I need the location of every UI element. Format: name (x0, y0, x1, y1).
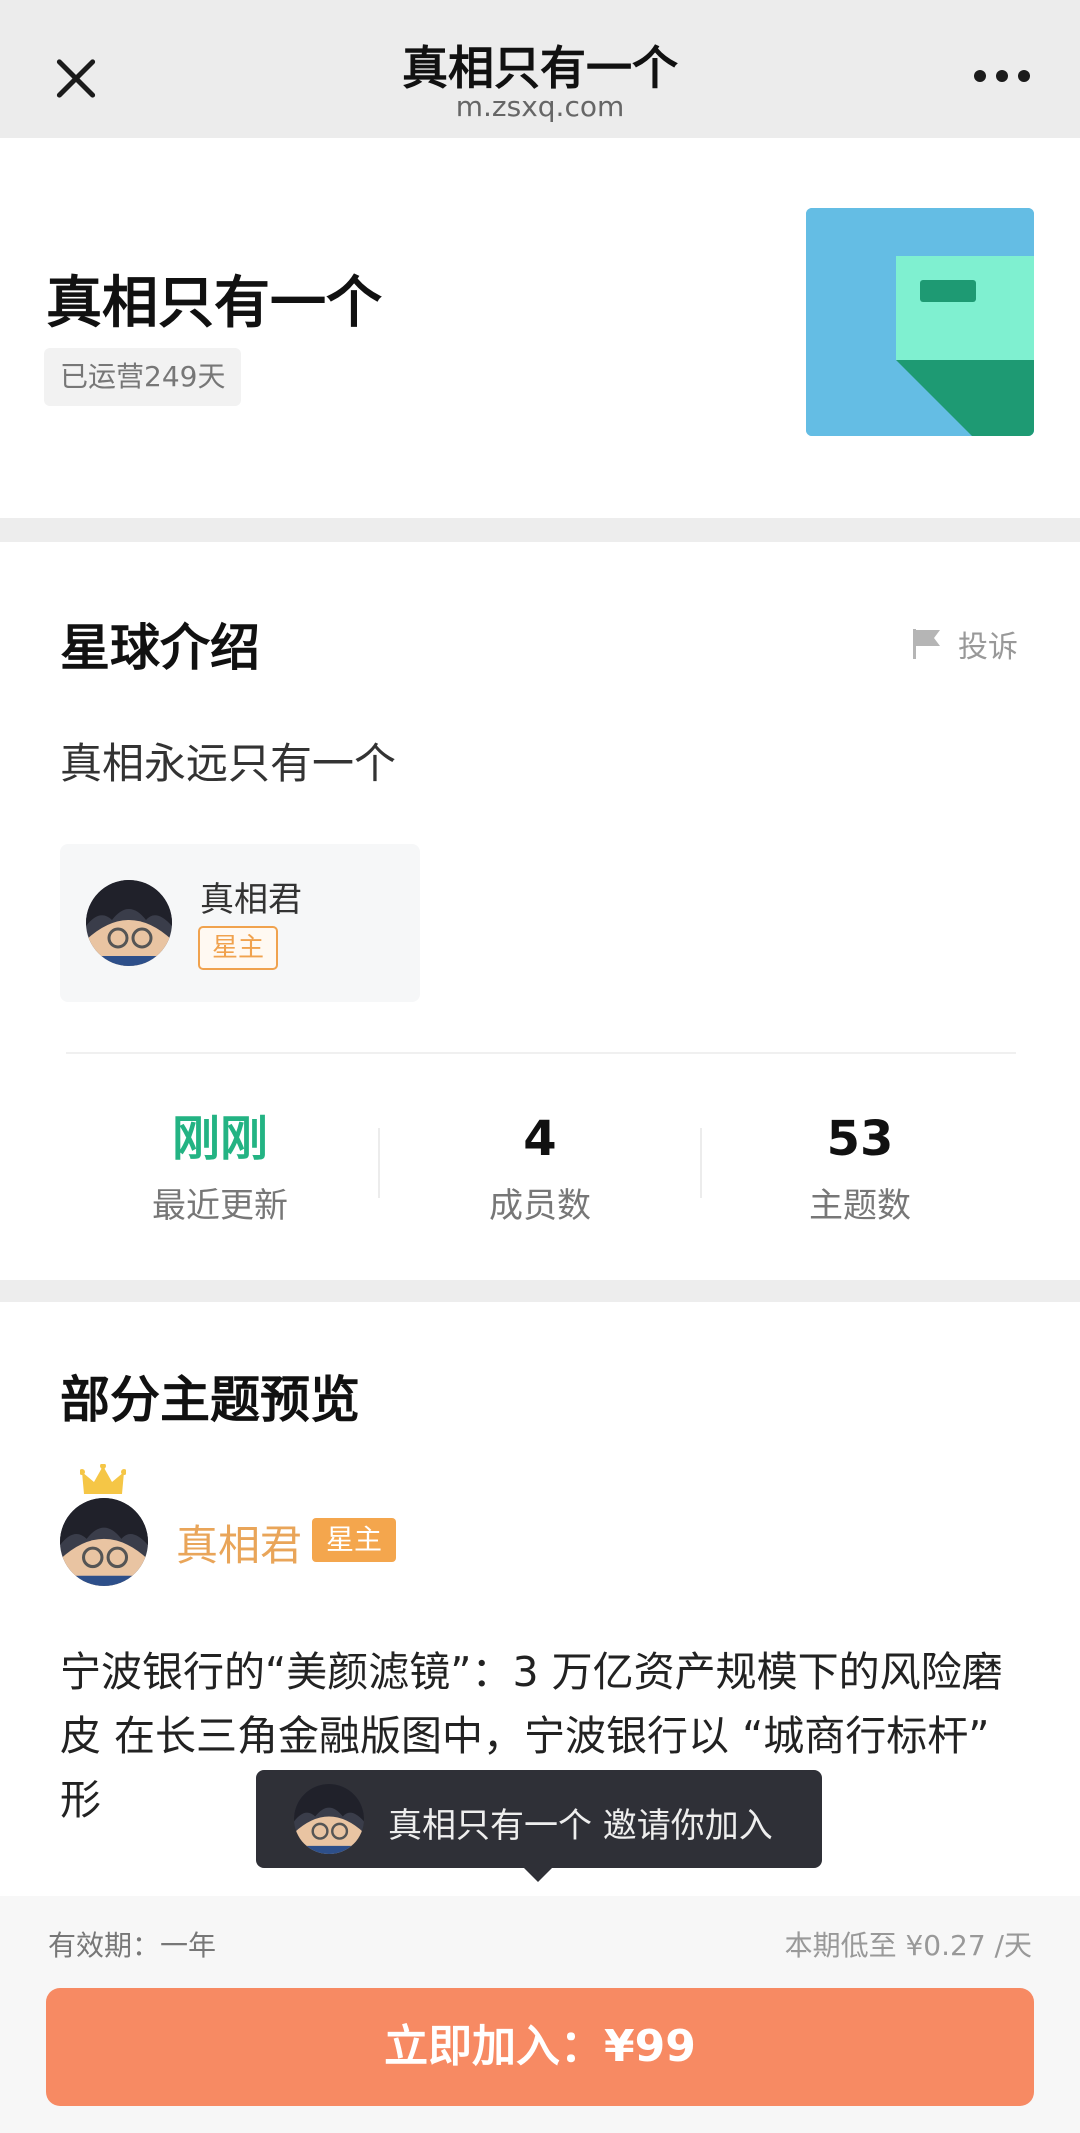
bottom-bar: 有效期：一年 本期低至 ¥0.27 /天 立即加入：¥99 (0, 1896, 1080, 2133)
owner-card[interactable]: 真相君 星主 (60, 844, 420, 1002)
avatar (86, 880, 172, 966)
page-url: m.zsxq.com (455, 90, 625, 123)
more-icon[interactable] (974, 70, 1030, 84)
intro-section: 星球介绍 投诉 真相永远只有一个 真相君 星主 刚刚 最近更新 4 成员数 53… (0, 542, 1080, 1280)
intro-title: 星球介绍 (60, 619, 260, 677)
owner-name: 真相君 (200, 880, 302, 920)
flag-icon (913, 629, 940, 659)
topic-author-avatar[interactable] (60, 1464, 148, 1586)
top-bar: 真相只有一个 m.zsxq.com (0, 0, 1080, 138)
invite-toast: 真相只有一个 邀请你加入 (256, 1770, 822, 1882)
stat-members: 4 成员数 (380, 1108, 700, 1227)
stat-label: 最近更新 (152, 1186, 288, 1226)
price-per-day: 本期低至 ¥0.27 /天 (784, 1929, 1032, 1962)
invite-text: 真相只有一个 邀请你加入 (388, 1806, 773, 1846)
validity-text: 有效期：一年 (48, 1929, 217, 1962)
group-name: 真相只有一个 (46, 271, 382, 336)
age-badge: 已运营249天 (44, 348, 242, 406)
topic-author-name[interactable]: 真相君 (176, 1512, 302, 1573)
stat-value: 4 (523, 1111, 557, 1167)
stat-last-update: 刚刚 最近更新 (60, 1108, 380, 1227)
page-title: 真相只有一个 (402, 41, 678, 95)
stat-value: 53 (826, 1111, 894, 1167)
report-button[interactable]: 投诉 (910, 622, 1018, 666)
crown-icon (80, 1464, 126, 1494)
stat-label: 主题数 (809, 1186, 911, 1226)
intro-description: 真相永远只有一个 (60, 739, 397, 788)
join-button[interactable]: 立即加入：¥99 (46, 1988, 1034, 2106)
stat-value: 刚刚 (171, 1111, 268, 1167)
topic-owner-badge: 星主 (312, 1518, 396, 1562)
group-cover-image (806, 208, 1034, 436)
group-header: 真相只有一个 已运营249天 (0, 138, 1080, 518)
avatar (294, 1784, 364, 1854)
preview-title: 部分主题预览 (60, 1371, 360, 1429)
stat-label: 成员数 (489, 1186, 591, 1226)
report-label: 投诉 (958, 630, 1018, 665)
avatar (60, 1498, 148, 1586)
stat-topics: 53 主题数 (700, 1108, 1020, 1227)
divider (66, 1052, 1016, 1054)
owner-badge: 星主 (198, 926, 278, 970)
stats-row: 刚刚 最近更新 4 成员数 53 主题数 (0, 1108, 1080, 1238)
